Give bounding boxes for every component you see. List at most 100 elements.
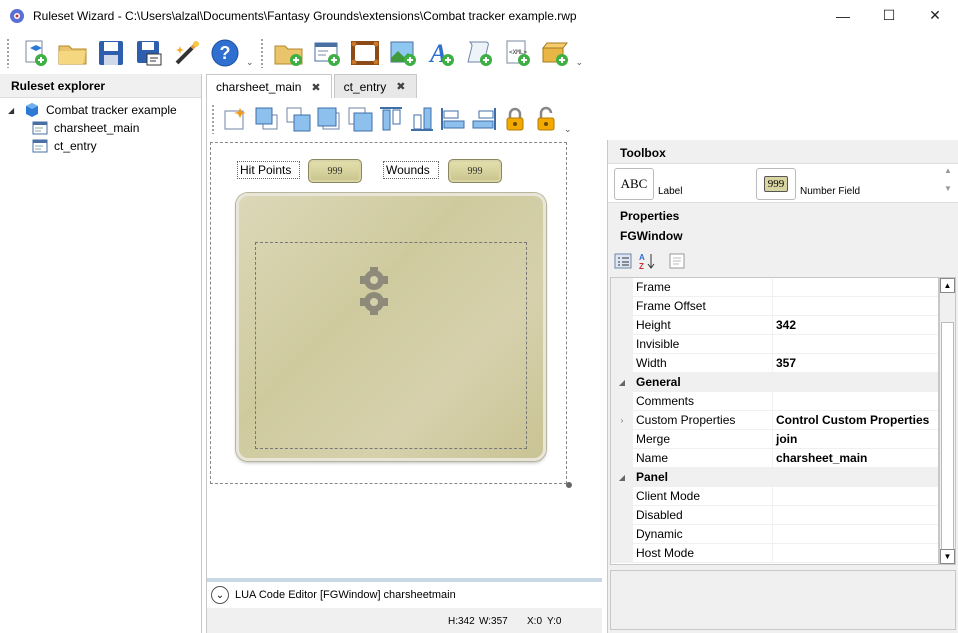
tab-close-icon[interactable]: ✖ — [396, 80, 405, 93]
open-project-button[interactable] — [54, 35, 92, 71]
scroll-down-icon[interactable]: ▼ — [940, 549, 955, 564]
tree-item-project[interactable]: ◢ Combat tracker example — [0, 101, 201, 119]
property-row-height[interactable]: Height 342 — [611, 316, 938, 335]
send-to-back-button[interactable] — [283, 103, 313, 135]
property-pages-button[interactable] — [666, 251, 688, 271]
maximize-button[interactable]: ☐ — [866, 0, 912, 31]
tab-close-icon[interactable]: ✖ — [311, 81, 320, 94]
design-editor: ⌄ Hit Points 999 Wounds 999 ⌄ LUA Code E… — [206, 98, 602, 633]
add-image-button[interactable] — [384, 35, 422, 71]
property-row-dynamic[interactable]: Dynamic — [611, 525, 938, 544]
toolbox: ABC Label 999 Number Field ▲ ▼ — [608, 163, 958, 203]
send-backward-button[interactable] — [345, 103, 375, 135]
categorized-button[interactable] — [612, 251, 634, 271]
property-row-custom-properties[interactable]: › Custom Properties Control Custom Propert… — [611, 411, 938, 430]
bring-forward-icon — [317, 107, 340, 130]
status-y: Y:0 — [547, 616, 562, 627]
scroll-thumb[interactable] — [941, 322, 954, 550]
expand-icon[interactable]: › — [611, 411, 633, 429]
property-grid-scrollbar[interactable]: ▲ ▼ — [939, 277, 956, 565]
property-row-invisible[interactable]: Invisible — [611, 335, 938, 354]
open-folder-icon — [58, 45, 87, 64]
new-project-icon — [25, 40, 47, 66]
align-bottom-button[interactable] — [407, 103, 437, 135]
panel-inner-area[interactable] — [255, 242, 527, 449]
window-controls: — ☐ ✕ — [820, 0, 958, 31]
align-top-button[interactable] — [376, 103, 406, 135]
add-package-button[interactable] — [536, 35, 574, 71]
alphabetical-button[interactable]: AZ — [636, 251, 658, 271]
add-frame-button[interactable] — [346, 35, 384, 71]
scroll-up-icon[interactable]: ▲ — [940, 278, 955, 293]
property-row-disabled[interactable]: Disabled — [611, 506, 938, 525]
property-row-name[interactable]: Name charsheet_main — [611, 449, 938, 468]
bring-to-front-button[interactable] — [252, 103, 282, 135]
tab-ct-entry[interactable]: ct_entry ✖ — [333, 74, 417, 98]
add-script-button[interactable] — [460, 35, 498, 71]
window-panel[interactable] — [236, 193, 546, 461]
toolbox-label-tool[interactable]: ABC Label — [614, 168, 682, 200]
new-control-icon — [224, 108, 246, 130]
wounds-field[interactable]: 999 — [448, 159, 502, 183]
editor-toolbar: ⌄ — [207, 98, 601, 140]
toolbar-grip[interactable] — [211, 104, 215, 134]
close-button[interactable]: ✕ — [912, 0, 958, 31]
lock-button[interactable] — [500, 103, 530, 135]
tool-label: Number Field — [800, 186, 861, 197]
toolbar-grip[interactable] — [259, 37, 264, 68]
document-tabs: charsheet_main ✖ ct_entry ✖ — [206, 74, 419, 99]
label-tool-icon: ABC — [614, 168, 654, 200]
toolbar-overflow-icon[interactable]: ⌄ — [246, 57, 254, 68]
svg-text:Z: Z — [639, 262, 644, 270]
property-row-client-mode[interactable]: Client Mode — [611, 487, 938, 506]
tree-item-charsheet-main[interactable]: charsheet_main — [0, 119, 201, 137]
property-row-comments[interactable]: Comments — [611, 392, 938, 411]
align-right-button[interactable] — [469, 103, 499, 135]
properties-panel: Toolbox ABC Label 999 Number Field ▲ ▼ Pr… — [607, 140, 958, 633]
category-general[interactable]: ◢ General — [611, 373, 938, 392]
collapse-icon[interactable]: ◢ — [611, 468, 633, 486]
save-button[interactable] — [92, 35, 130, 71]
add-folder-icon — [274, 45, 303, 66]
tree-item-ct-entry[interactable]: ct_entry — [0, 137, 201, 155]
hit-points-field[interactable]: 999 — [308, 159, 362, 183]
property-row-width[interactable]: Width 357 — [611, 354, 938, 373]
help-button[interactable]: ? — [206, 35, 244, 71]
resize-handle[interactable] — [566, 482, 572, 488]
align-left-button[interactable] — [438, 103, 468, 135]
property-row-frame-offset[interactable]: Frame Offset — [611, 297, 938, 316]
unlock-button[interactable] — [531, 103, 561, 135]
collapse-icon[interactable]: ◢ — [611, 373, 633, 391]
category-panel[interactable]: ◢ Panel — [611, 468, 938, 487]
toolbox-number-field-tool[interactable]: 999 Number Field — [756, 168, 860, 200]
toolbar-overflow-icon[interactable]: ⌄ — [564, 124, 572, 135]
tab-charsheet-main[interactable]: charsheet_main ✖ — [206, 74, 332, 99]
toolbox-scrollbar[interactable]: ▲ ▼ — [942, 166, 954, 202]
status-bar: H:342 W:357 X:0 Y:0 — [207, 608, 602, 633]
project-cube-icon — [26, 103, 38, 117]
property-pages-icon — [669, 253, 685, 269]
save-as-button[interactable] — [130, 35, 168, 71]
add-xml-button[interactable]: <XML> — [498, 35, 536, 71]
add-font-button[interactable]: A — [422, 35, 460, 71]
toolbar-overflow-icon[interactable]: ⌄ — [576, 57, 584, 68]
add-folder-button[interactable] — [270, 35, 308, 71]
design-canvas[interactable]: Hit Points 999 Wounds 999 — [210, 142, 567, 484]
property-row-merge[interactable]: Merge join — [611, 430, 938, 449]
lua-editor-bar[interactable]: ⌄ LUA Code Editor [FGWindow] charsheetma… — [207, 578, 602, 608]
tree-collapse-icon[interactable]: ◢ — [8, 106, 18, 115]
property-row-host-mode[interactable]: Host Mode — [611, 544, 938, 563]
wounds-label[interactable]: Wounds — [383, 161, 439, 179]
wizard-button[interactable] — [168, 35, 206, 71]
toolbar-grip[interactable] — [6, 37, 10, 68]
expand-lua-icon[interactable]: ⌄ — [211, 586, 229, 604]
bring-forward-button[interactable] — [314, 103, 344, 135]
minimize-button[interactable]: — — [820, 0, 866, 31]
add-window-button[interactable] — [308, 35, 346, 71]
new-control-button[interactable] — [221, 103, 251, 135]
add-script-icon — [466, 41, 492, 66]
tool-label: Label — [658, 186, 683, 197]
property-row-frame[interactable]: Frame — [611, 278, 938, 297]
new-project-button[interactable] — [16, 35, 54, 71]
hit-points-label[interactable]: Hit Points — [237, 161, 300, 179]
